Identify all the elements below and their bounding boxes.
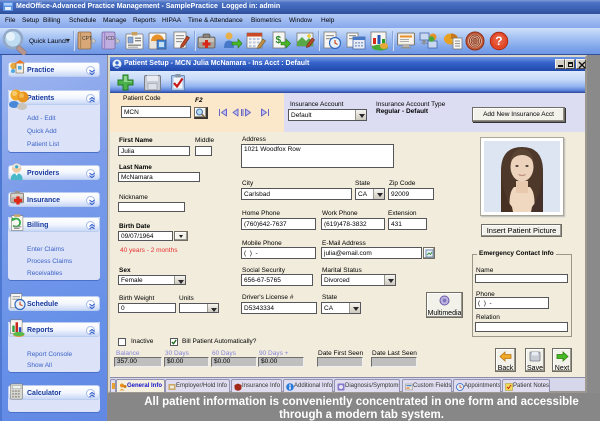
svg-text:CPT: CPT bbox=[82, 36, 92, 42]
svg-text:?: ? bbox=[495, 34, 502, 48]
svg-text:ICD: ICD bbox=[106, 36, 115, 42]
svg-text:$: $ bbox=[276, 35, 282, 46]
